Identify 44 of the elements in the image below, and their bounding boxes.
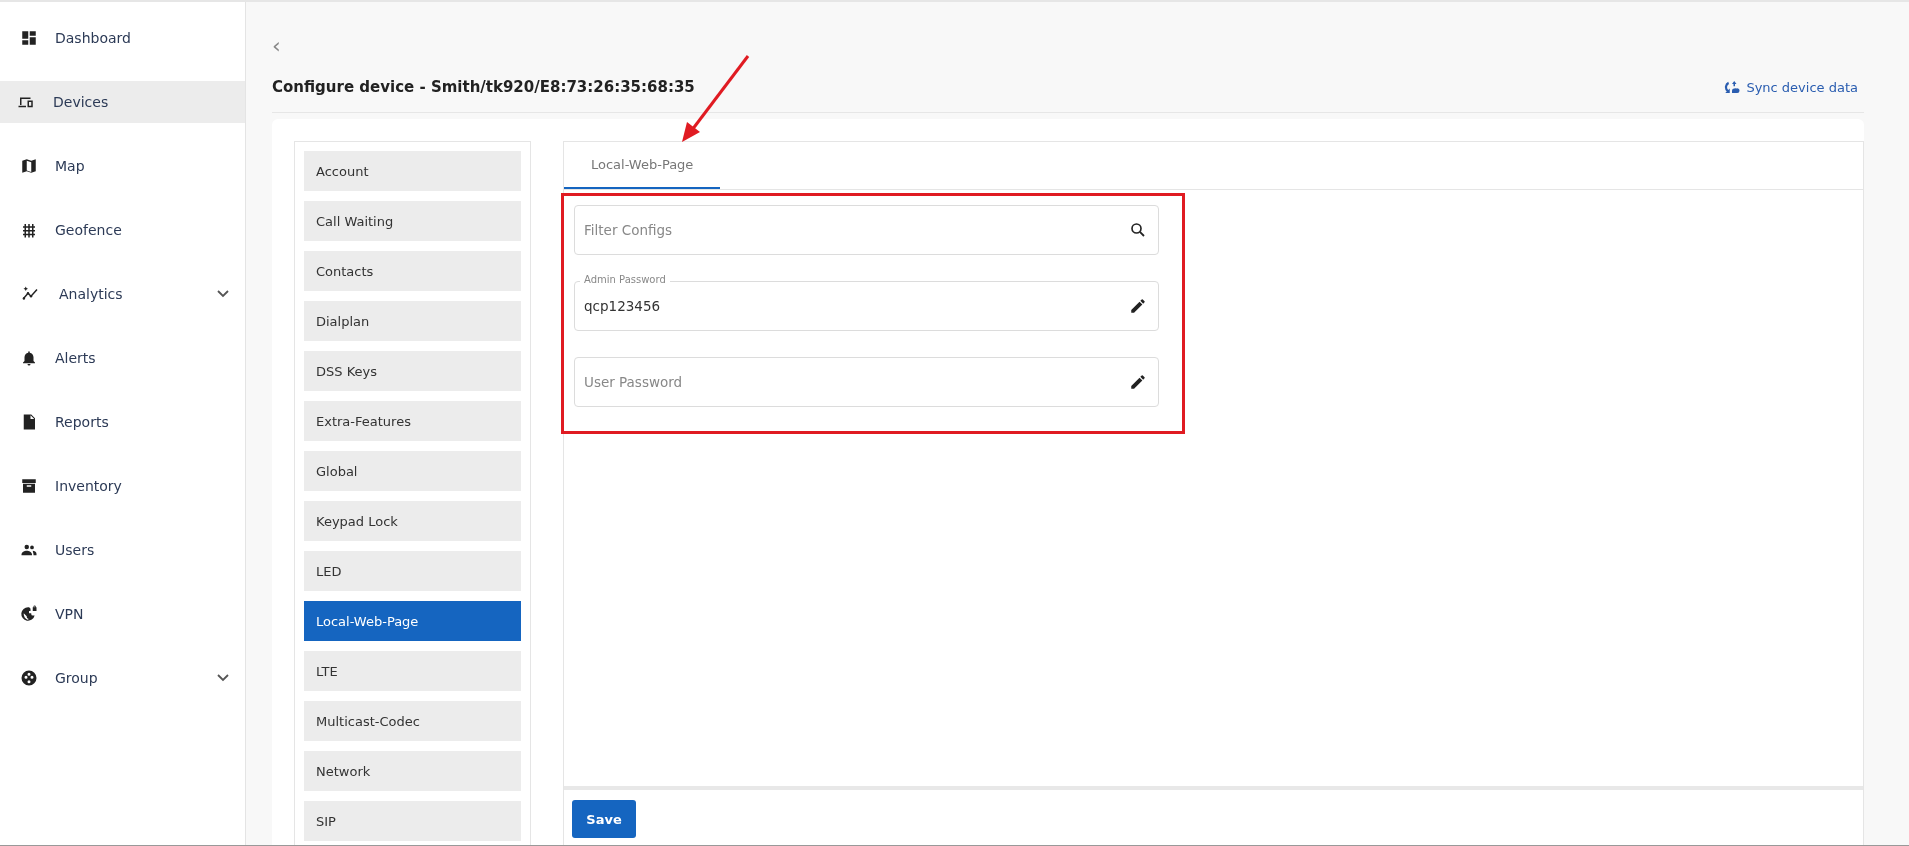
config-menu-item[interactable]: Dialplan — [304, 301, 521, 341]
archive-icon — [20, 477, 38, 495]
chevron-down-icon — [217, 674, 229, 682]
sidebar-item[interactable]: Users — [0, 529, 245, 571]
grid-icon — [20, 221, 38, 239]
password-field[interactable]: User Password — [574, 357, 1159, 407]
tab[interactable]: Local-Web-Page — [564, 142, 721, 189]
sidebar-item[interactable]: Alerts — [0, 337, 245, 379]
config-menu-item[interactable]: Global — [304, 451, 521, 491]
chevron-down-icon — [217, 290, 229, 298]
sidebar-item[interactable]: Analytics — [0, 273, 245, 315]
globe-lock-icon — [20, 605, 38, 623]
bell-icon — [20, 349, 38, 367]
sidebar-item[interactable]: Inventory — [0, 465, 245, 507]
field-label: Admin Password — [580, 274, 670, 286]
config-menu-item[interactable]: Extra-Features — [304, 401, 521, 441]
group-icon — [20, 669, 38, 687]
filter-field[interactable]: Filter Configs — [574, 205, 1159, 255]
sidebar-item[interactable]: Map — [0, 145, 245, 187]
sidebar-item[interactable]: Reports — [0, 401, 245, 443]
map-icon — [20, 157, 38, 175]
sidebar-item[interactable]: VPN — [0, 593, 245, 635]
sidebar-item[interactable]: Geofence — [0, 209, 245, 251]
sidebar-item[interactable]: Dashboard — [0, 17, 245, 59]
config-menu-item[interactable]: Contacts — [304, 251, 521, 291]
search-icon[interactable] — [1129, 221, 1147, 239]
edit-icon[interactable] — [1129, 297, 1147, 315]
config-menu-item[interactable]: LTE — [304, 651, 521, 691]
config-menu-item[interactable]: Network — [304, 751, 521, 791]
config-menu-item[interactable]: DSS Keys — [304, 351, 521, 391]
config-menu-item[interactable]: Call Waiting — [304, 201, 521, 241]
sidebar-item[interactable]: Devices — [0, 81, 245, 123]
config-menu-item[interactable]: Keypad Lock — [304, 501, 521, 541]
save-button[interactable]: Save — [572, 800, 636, 838]
page-title: Configure device - Smith/tk920/E8:73:26:35:68:35 — [272, 78, 695, 96]
config-menu-item[interactable]: Account — [304, 151, 521, 191]
config-menu-item[interactable]: SIP — [304, 801, 521, 841]
config-menu-item[interactable]: Multicast-Codec — [304, 701, 521, 741]
edit-icon[interactable] — [1129, 373, 1147, 391]
sync-link[interactable]: Sync device data — [1722, 78, 1858, 96]
config-menu-item[interactable]: LED — [304, 551, 521, 591]
sidebar-item[interactable]: Group — [0, 657, 245, 699]
config-menu-item[interactable]: Local-Web-Page — [304, 601, 521, 641]
dashboard-icon — [20, 29, 38, 47]
